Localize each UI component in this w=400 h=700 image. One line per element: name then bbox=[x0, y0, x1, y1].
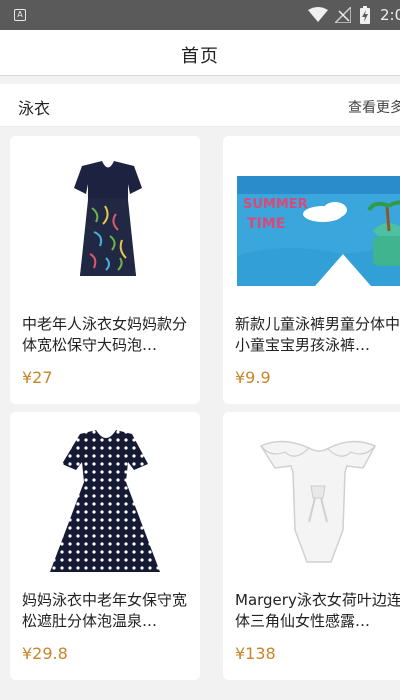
section-title: 泳衣 bbox=[18, 99, 51, 118]
status-time: 2:0 bbox=[380, 6, 400, 24]
signal-icon bbox=[335, 7, 351, 23]
product-card[interactable]: 妈妈泳衣中老年女保守宽松遮肚分体泡温泉… ¥29.8 bbox=[10, 412, 200, 680]
section-header: 泳衣 查看更多 bbox=[0, 84, 400, 126]
product-image-swim-trunks: SUMMER TIME bbox=[223, 136, 400, 296]
product-name: 新款儿童泳裤男童分体中小童宝宝男孩泳裤… bbox=[235, 315, 400, 354]
product-card[interactable]: Margery泳衣女荷叶边连体三角仙女性感露… ¥138 bbox=[223, 412, 400, 680]
product-price: ¥27 bbox=[22, 368, 53, 387]
svg-text:TIME: TIME bbox=[247, 216, 285, 232]
view-more-link[interactable]: 查看更多 bbox=[348, 97, 400, 117]
svg-text:SUMMER: SUMMER bbox=[243, 197, 308, 212]
product-price: ¥9.9 bbox=[235, 368, 271, 387]
product-image-polka-dress bbox=[10, 412, 200, 572]
product-card[interactable]: 中老年人泳衣女妈妈款分体宽松保守大码泡… ¥27 bbox=[10, 136, 200, 404]
product-price: ¥29.8 bbox=[22, 644, 68, 663]
product-name: Margery泳衣女荷叶边连体三角仙女性感露… bbox=[235, 591, 400, 630]
product-image-white-ruffle bbox=[223, 412, 400, 572]
page-title: 首页 bbox=[181, 46, 219, 67]
divider bbox=[0, 126, 400, 127]
product-image-tankini bbox=[10, 136, 200, 296]
battery-charging-icon bbox=[360, 6, 370, 24]
wifi-icon bbox=[308, 7, 328, 22]
title-bar: 首页 bbox=[0, 30, 400, 76]
status-bar: A 2:0 bbox=[0, 0, 400, 30]
notification-a-icon: A bbox=[14, 9, 26, 21]
product-name: 中老年人泳衣女妈妈款分体宽松保守大码泡… bbox=[22, 315, 188, 354]
product-name: 妈妈泳衣中老年女保守宽松遮肚分体泡温泉… bbox=[22, 591, 188, 630]
product-price: ¥138 bbox=[235, 644, 276, 663]
product-card[interactable]: SUMMER TIME 新款儿童泳裤男童分体中小童宝宝男孩泳裤… ¥9.9 bbox=[223, 136, 400, 404]
